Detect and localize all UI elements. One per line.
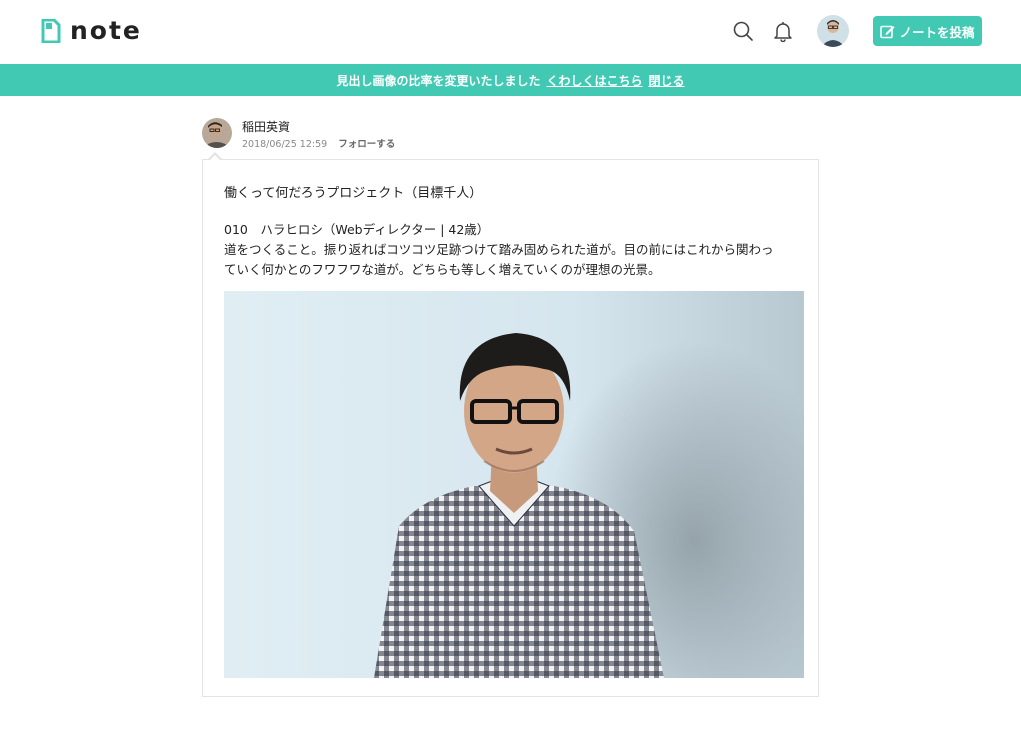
- user-avatar[interactable]: [817, 15, 849, 47]
- post-meta: 2018/06/25 12:59 フォローする: [242, 136, 395, 150]
- post-timestamp: 2018/06/25 12:59: [242, 139, 328, 150]
- banner-message: 見出し画像の比率を変更いたしました: [336, 73, 541, 88]
- post-body-line: ていく何かとのフワフワな道が。どちらも等しく増えていくのが理想の光景。: [224, 262, 661, 277]
- follow-button[interactable]: フォローする: [338, 139, 395, 150]
- logo-text: note: [70, 16, 142, 45]
- bell-icon[interactable]: [772, 20, 794, 42]
- author-name[interactable]: 稲田英資: [242, 118, 290, 135]
- note-logo-icon: [41, 19, 61, 43]
- card-pointer-fill: [209, 155, 221, 161]
- post-photo[interactable]: [224, 291, 804, 678]
- banner-details-link[interactable]: くわしくはこちら: [546, 72, 642, 89]
- post-note-label: ノートを投稿: [899, 24, 975, 40]
- top-header: note ノートを投稿: [0, 0, 1021, 64]
- note-logo[interactable]: note: [41, 17, 142, 45]
- pencil-square-icon: [880, 25, 895, 38]
- post-body-line: 道をつくること。振り返ればコツコツ足跡つけて踏み固められた道が。目の前にはこれか…: [224, 242, 774, 257]
- post-body: 010 ハラヒロシ（Webディレクター | 42歳） 道をつくること。振り返れば…: [224, 220, 804, 280]
- author-avatar[interactable]: [202, 118, 232, 148]
- banner-close-link[interactable]: 閉じる: [649, 72, 685, 89]
- search-icon[interactable]: [732, 20, 754, 42]
- post-body-line: 010 ハラヒロシ（Webディレクター | 42歳）: [224, 222, 490, 237]
- announcement-banner: 見出し画像の比率を変更いたしました くわしくはこちら 閉じる: [0, 64, 1021, 96]
- post-note-button[interactable]: ノートを投稿: [873, 16, 982, 46]
- post-title: 働くって何だろうプロジェクト（目標千人）: [224, 186, 483, 201]
